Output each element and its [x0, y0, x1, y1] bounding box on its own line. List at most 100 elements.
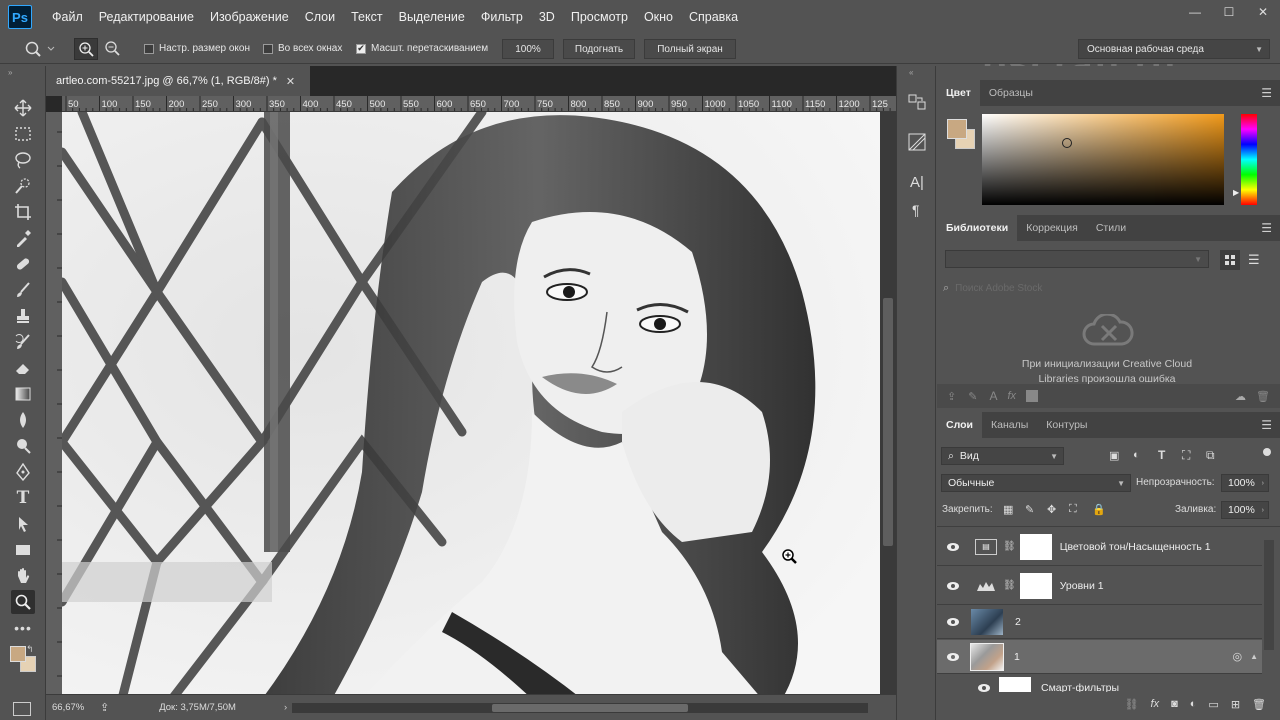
layer-mask-thumbnail[interactable]	[1019, 533, 1052, 560]
fill-field[interactable]: 100% ›	[1221, 501, 1269, 519]
horizontal-scroll-thumb[interactable]	[492, 704, 688, 712]
menu-type[interactable]: Текст	[343, 10, 390, 24]
foreground-color-swatch[interactable]	[10, 646, 26, 662]
layer-row[interactable]: ⛓ Уровни 1	[937, 567, 1262, 605]
chain-link-icon[interactable]: ⛓	[1003, 541, 1016, 552]
zoom-tool-icon[interactable]	[11, 590, 35, 614]
layer-row-selected[interactable]: 1 ◎ ▲	[937, 640, 1262, 674]
upload-icon[interactable]: ⇪	[947, 390, 956, 403]
minimize-icon[interactable]: —	[1178, 0, 1212, 24]
lock-position-icon[interactable]: ✥	[1047, 503, 1056, 516]
visibility-eye-icon[interactable]	[937, 542, 969, 552]
layer-mask-thumbnail[interactable]	[1019, 572, 1052, 599]
menu-edit[interactable]: Редактирование	[91, 10, 202, 24]
dodge-tool-icon[interactable]	[11, 434, 35, 458]
horizontal-scrollbar[interactable]	[292, 703, 868, 713]
trash-icon[interactable]: 🗑	[1256, 390, 1270, 403]
quick-mask-icon[interactable]	[13, 702, 31, 716]
visibility-eye-icon[interactable]	[971, 683, 997, 693]
brush-tool-icon[interactable]	[11, 278, 35, 302]
layer-name[interactable]: Уровни 1	[1060, 580, 1104, 592]
zoom-level[interactable]: 66,67%	[52, 702, 96, 713]
canvas-image[interactable]	[62, 112, 880, 699]
fit-screen-button[interactable]: Подогнать	[563, 39, 635, 59]
lock-transparent-icon[interactable]: ▦	[1003, 503, 1013, 516]
new-adjustment-icon[interactable]: ◐	[1190, 698, 1197, 710]
trash-icon[interactable]: 🗑	[1252, 698, 1266, 711]
layer-row[interactable]: 2	[937, 606, 1262, 639]
close-tab-icon[interactable]: ✕	[286, 75, 295, 88]
tab-color[interactable]: Цвет	[937, 80, 980, 106]
maximize-icon[interactable]: ☐	[1212, 0, 1246, 24]
opacity-field[interactable]: 100% ›	[1221, 474, 1269, 492]
healing-brush-tool-icon[interactable]	[11, 252, 35, 276]
smart-object-thumbnail[interactable]	[970, 642, 1004, 671]
menu-filter[interactable]: Фильтр	[473, 10, 531, 24]
fill-screen-button[interactable]: Полный экран	[644, 39, 736, 59]
link-layers-icon[interactable]: ⛓	[1125, 698, 1139, 711]
layer-name[interactable]: Цветовой тон/Насыщенность 1	[1060, 541, 1211, 553]
rectangle-tool-icon[interactable]	[11, 538, 35, 562]
clone-stamp-tool-icon[interactable]	[11, 304, 35, 328]
visibility-eye-icon[interactable]	[937, 617, 969, 627]
menu-image[interactable]: Изображение	[202, 10, 297, 24]
tab-layers[interactable]: Слои	[937, 412, 982, 438]
list-view-icon[interactable]: ☰	[1248, 252, 1260, 268]
gradient-tool-icon[interactable]	[11, 382, 35, 406]
blend-mode-select[interactable]: Обычные ▼	[941, 474, 1131, 492]
layer-filter-select[interactable]: ⌕ Вид ▼	[941, 447, 1064, 465]
color-field[interactable]	[982, 114, 1224, 205]
character-panel-icon[interactable]: A|	[910, 174, 924, 191]
resize-windows-checkbox[interactable]: Настр. размер окон	[144, 43, 250, 54]
panel-menu-icon[interactable]: ☰	[1261, 86, 1272, 100]
collapse-arrows-icon[interactable]: »	[8, 68, 12, 77]
filter-smart-object-icon[interactable]: ⧉	[1206, 448, 1215, 463]
collapse-arrows-icon[interactable]: «	[909, 68, 913, 77]
panel-menu-icon[interactable]: ☰	[1261, 418, 1272, 432]
lasso-tool-icon[interactable]	[11, 148, 35, 172]
blur-tool-icon[interactable]	[11, 408, 35, 432]
zoom-out-icon[interactable]	[101, 38, 125, 60]
ruler-horizontal[interactable]: 50 100 150 200 250 300 350 400 450 500 550 600 650 70…	[62, 96, 896, 112]
move-tool-icon[interactable]	[11, 96, 35, 120]
pen-tool-icon[interactable]	[11, 460, 35, 484]
menu-3d[interactable]: 3D	[531, 10, 563, 24]
tab-channels[interactable]: Каналы	[982, 412, 1037, 438]
layer-thumbnail[interactable]	[971, 609, 1003, 635]
all-windows-checkbox[interactable]: Во всех окнах	[263, 43, 342, 54]
layer-row[interactable]: ▤ ⛓ Цветовой тон/Насыщенность 1	[937, 528, 1262, 566]
tab-libraries[interactable]: Библиотеки	[937, 215, 1018, 241]
path-selection-tool-icon[interactable]	[11, 512, 35, 536]
quick-selection-tool-icon[interactable]	[11, 174, 35, 198]
zoom-tool-preset-icon[interactable]	[24, 40, 56, 58]
filter-toggle-icon[interactable]	[1263, 448, 1271, 456]
crop-tool-icon[interactable]	[11, 200, 35, 224]
chain-link-icon[interactable]: ⛓	[1003, 580, 1016, 591]
lock-all-icon[interactable]: 🔒	[1092, 503, 1106, 516]
history-brush-tool-icon[interactable]	[11, 330, 35, 354]
filter-adjustment-icon[interactable]: ◐	[1133, 449, 1140, 461]
layer-name[interactable]: 2	[1015, 616, 1021, 628]
add-graphic-icon[interactable]: ✎	[968, 390, 977, 403]
eyedropper-tool-icon[interactable]	[11, 226, 35, 250]
menu-view[interactable]: Просмотр	[563, 10, 636, 24]
more-tools-icon[interactable]: •••	[11, 616, 35, 640]
hand-tool-icon[interactable]	[11, 564, 35, 588]
type-tool-icon[interactable]: T	[11, 486, 35, 510]
checkbox-box[interactable]	[144, 43, 154, 54]
add-mask-icon[interactable]: ◙	[1171, 698, 1178, 710]
workspace-select[interactable]: Основная рабочая среда ▼	[1078, 39, 1270, 59]
hue-slider[interactable]	[1241, 114, 1257, 205]
add-layer-style-icon[interactable]: fx	[1007, 390, 1016, 402]
add-text-style-icon[interactable]: A	[989, 389, 997, 403]
stock-search[interactable]: ⌕ Поиск Adobe Stock	[943, 278, 1268, 298]
layer-name[interactable]: 1	[1014, 651, 1020, 663]
ruler-vertical[interactable]	[46, 112, 62, 702]
history-panel-icon[interactable]	[907, 92, 927, 112]
foreground-color-chip[interactable]	[947, 119, 967, 139]
checkbox-checked-icon[interactable]: ✔	[356, 43, 366, 54]
cloud-sync-icon[interactable]: ☁	[1235, 390, 1246, 403]
lock-image-icon[interactable]: ✎	[1025, 503, 1034, 516]
scrubby-zoom-checkbox[interactable]: ✔ Масшт. перетаскиванием	[356, 43, 488, 54]
document-tab[interactable]: artleo.com-55217.jpg @ 66,7% (1, RGB/8#)…	[46, 66, 310, 96]
